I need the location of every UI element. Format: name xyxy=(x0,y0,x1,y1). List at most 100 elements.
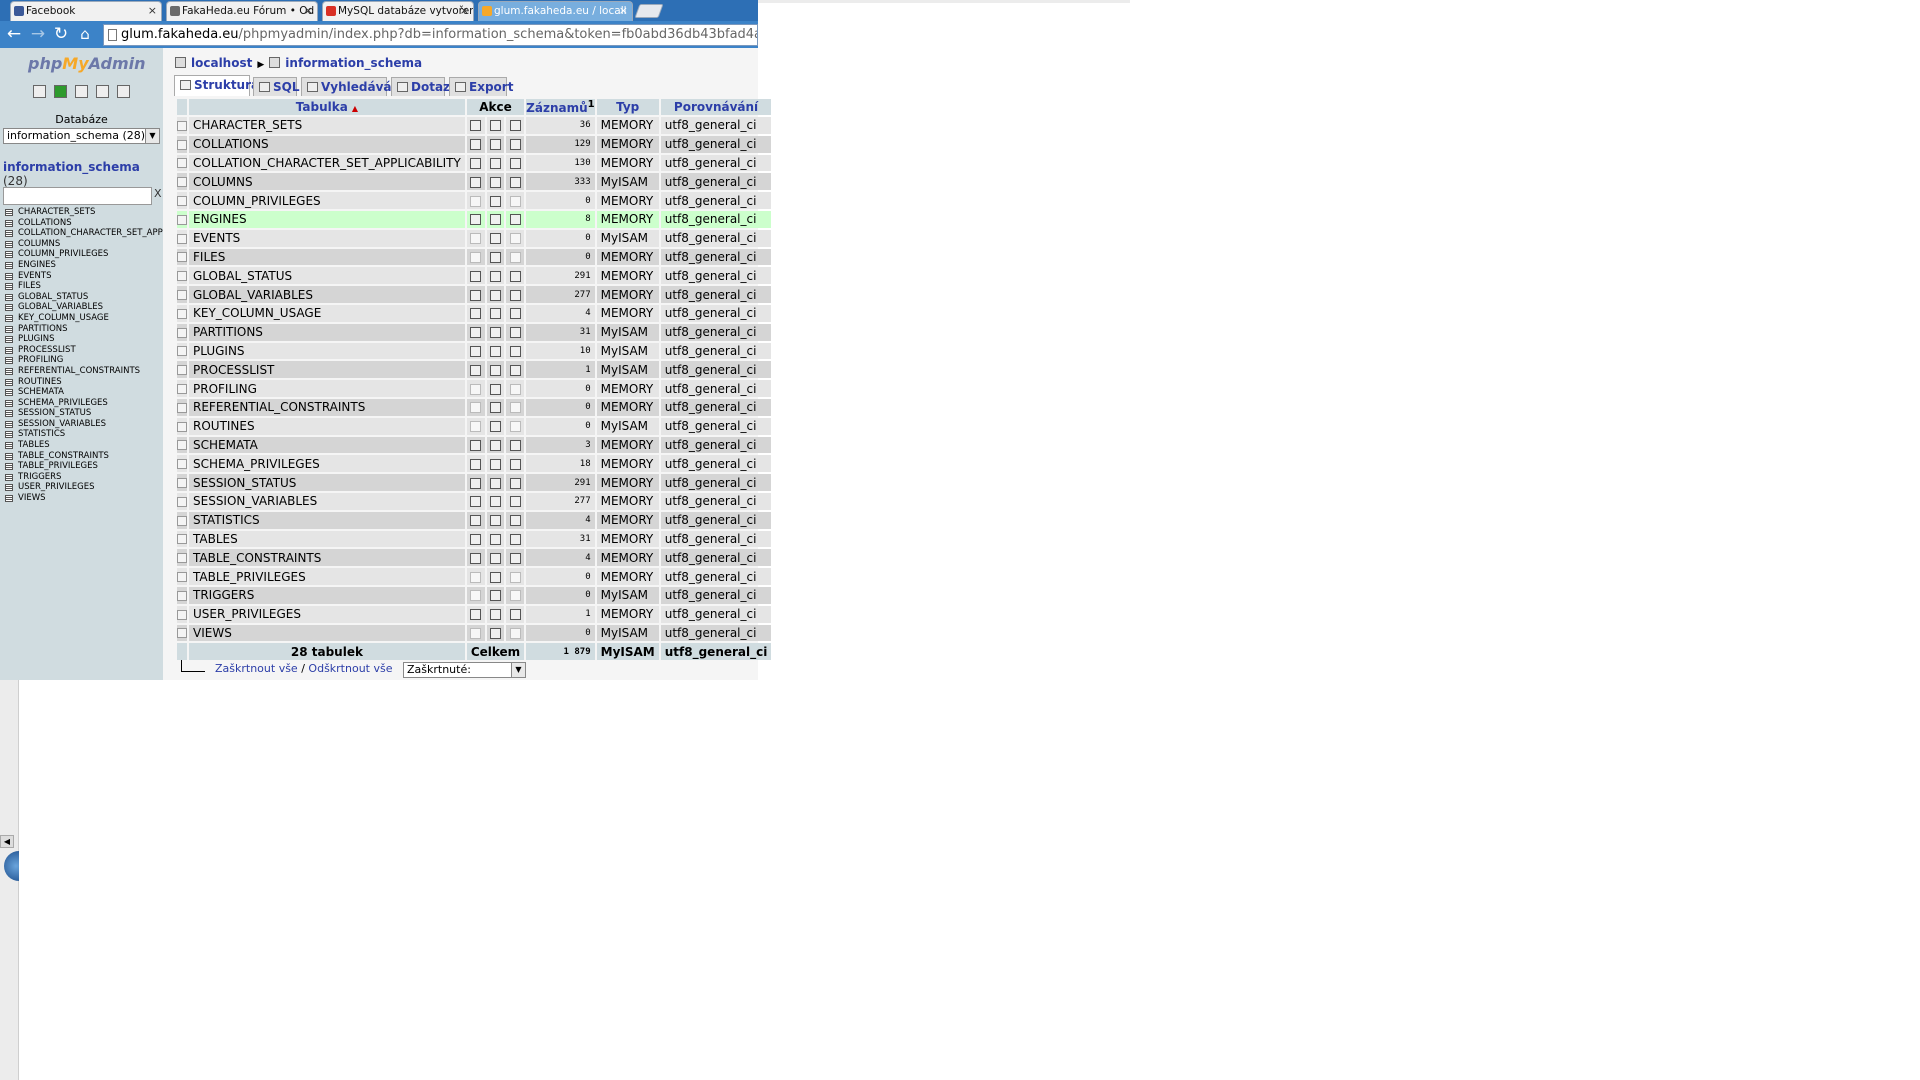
structure-icon[interactable] xyxy=(489,157,501,169)
row-table-name[interactable]: COLUMN_PRIVILEGES xyxy=(189,192,465,209)
structure-action[interactable] xyxy=(486,267,505,285)
structure-action[interactable] xyxy=(486,624,505,642)
table-icon[interactable] xyxy=(5,410,13,418)
browse-icon[interactable] xyxy=(470,157,482,169)
search-action[interactable] xyxy=(506,342,525,360)
row-table-name[interactable]: ROUTINES xyxy=(189,417,465,435)
browse-action[interactable] xyxy=(466,624,485,642)
tab-struktura[interactable]: Struktura xyxy=(174,75,259,96)
sidebar-table-item[interactable]: TABLES xyxy=(5,440,163,451)
structure-icon[interactable] xyxy=(489,609,501,621)
search-action[interactable] xyxy=(506,248,525,266)
browse-action[interactable] xyxy=(466,173,485,191)
search-icon[interactable] xyxy=(509,402,521,414)
search-action[interactable] xyxy=(506,154,525,172)
table-icon[interactable] xyxy=(5,442,13,450)
browse-action[interactable] xyxy=(466,549,485,567)
search-icon[interactable] xyxy=(509,195,521,207)
checkbox[interactable] xyxy=(177,271,187,282)
sidebar-table-item[interactable]: USER_PRIVILEGES xyxy=(5,482,163,493)
search-action[interactable] xyxy=(506,549,525,567)
row-table-name[interactable]: GLOBAL_VARIABLES xyxy=(189,286,465,303)
search-action[interactable] xyxy=(506,173,525,191)
browse-icon[interactable] xyxy=(470,327,482,339)
browse-icon[interactable] xyxy=(470,214,482,226)
sidebar-table-item[interactable]: SCHEMATA xyxy=(5,387,163,398)
search-icon[interactable] xyxy=(509,270,521,282)
search-action[interactable] xyxy=(506,474,525,491)
structure-icon[interactable] xyxy=(489,364,501,376)
close-tab-icon[interactable]: × xyxy=(304,2,313,20)
browse-action[interactable] xyxy=(466,323,485,341)
structure-action[interactable] xyxy=(486,286,505,303)
search-action[interactable] xyxy=(506,323,525,341)
structure-icon[interactable] xyxy=(489,251,501,263)
structure-action[interactable] xyxy=(486,417,505,435)
uncheck-all-link[interactable]: Odškrtnout vše xyxy=(308,662,392,675)
structure-action[interactable] xyxy=(486,436,505,454)
search-icon[interactable] xyxy=(509,214,521,226)
table-icon[interactable] xyxy=(5,209,13,216)
checkbox[interactable] xyxy=(177,590,187,601)
browse-action[interactable] xyxy=(466,304,485,322)
checkbox[interactable] xyxy=(177,214,187,225)
structure-action[interactable] xyxy=(486,323,505,341)
checkbox[interactable] xyxy=(177,346,187,357)
checkbox[interactable] xyxy=(177,177,187,188)
tab-sql[interactable]: SQL xyxy=(253,77,300,96)
row-table-name[interactable]: SCHEMATA xyxy=(189,436,465,454)
breadcrumb-database[interactable]: information_schema xyxy=(285,56,422,70)
search-action[interactable] xyxy=(506,455,525,473)
browse-action[interactable] xyxy=(466,398,485,416)
database-link[interactable]: information_schema xyxy=(3,160,140,174)
structure-icon[interactable] xyxy=(489,176,501,188)
row-table-name[interactable]: PARTITIONS xyxy=(189,323,465,341)
table-icon[interactable] xyxy=(5,463,13,471)
sidebar-table-item[interactable]: COLLATIONS xyxy=(5,218,163,229)
row-table-name[interactable]: SESSION_VARIABLES xyxy=(189,492,465,510)
table-icon[interactable] xyxy=(5,283,13,291)
table-icon[interactable] xyxy=(5,230,13,238)
browse-action[interactable] xyxy=(466,210,485,228)
close-tab-icon[interactable]: × xyxy=(148,2,157,20)
row-checkbox[interactable] xyxy=(177,342,187,360)
structure-icon[interactable] xyxy=(489,402,501,414)
row-table-name[interactable]: REFERENTIAL_CONSTRAINTS xyxy=(189,398,465,416)
sidebar-table-item[interactable]: REFERENTIAL_CONSTRAINTS xyxy=(5,366,163,377)
checkbox[interactable] xyxy=(177,327,187,338)
home-icon[interactable] xyxy=(33,85,46,98)
checkbox[interactable] xyxy=(177,496,187,507)
checkbox[interactable] xyxy=(177,290,187,301)
browse-icon[interactable] xyxy=(470,364,482,376)
sidebar-table-item[interactable]: COLLATION_CHARACTER_SET_APPLICABILITY xyxy=(5,228,163,239)
browser-tab-facebook[interactable]: Facebook × xyxy=(10,1,162,21)
search-action[interactable] xyxy=(506,192,525,209)
home-icon[interactable]: ⌂ xyxy=(76,24,94,44)
row-table-name[interactable]: TRIGGERS xyxy=(189,586,465,604)
structure-icon[interactable] xyxy=(489,120,501,132)
browser-tab-fakaheda-forum[interactable]: FakaHeda.eu Fórum • Od × xyxy=(166,1,318,21)
tab-export[interactable]: Export xyxy=(449,77,513,96)
row-checkbox[interactable] xyxy=(177,286,187,303)
browse-icon[interactable] xyxy=(470,421,482,433)
structure-icon[interactable] xyxy=(489,327,501,339)
checkbox[interactable] xyxy=(177,421,187,432)
search-action[interactable] xyxy=(506,286,525,303)
sidebar-table-item[interactable]: EVENTS xyxy=(5,271,163,282)
search-icon[interactable] xyxy=(509,345,521,357)
checkbox[interactable] xyxy=(177,139,187,150)
with-selected-select[interactable]: Zaškrtnuté: ▼ xyxy=(403,662,526,678)
table-icon[interactable] xyxy=(5,325,13,333)
check-all-link[interactable]: Zaškrtnout vše xyxy=(215,662,298,675)
sidebar-table-item[interactable]: GLOBAL_STATUS xyxy=(5,292,163,303)
search-icon[interactable] xyxy=(509,515,521,527)
search-icon[interactable] xyxy=(509,383,521,395)
row-checkbox[interactable] xyxy=(177,210,187,228)
row-checkbox[interactable] xyxy=(177,586,187,604)
row-table-name[interactable]: EVENTS xyxy=(189,229,465,247)
browse-icon[interactable] xyxy=(470,139,482,151)
browse-action[interactable] xyxy=(466,154,485,172)
structure-icon[interactable] xyxy=(489,383,501,395)
structure-icon[interactable] xyxy=(489,458,501,470)
row-checkbox[interactable] xyxy=(177,173,187,191)
